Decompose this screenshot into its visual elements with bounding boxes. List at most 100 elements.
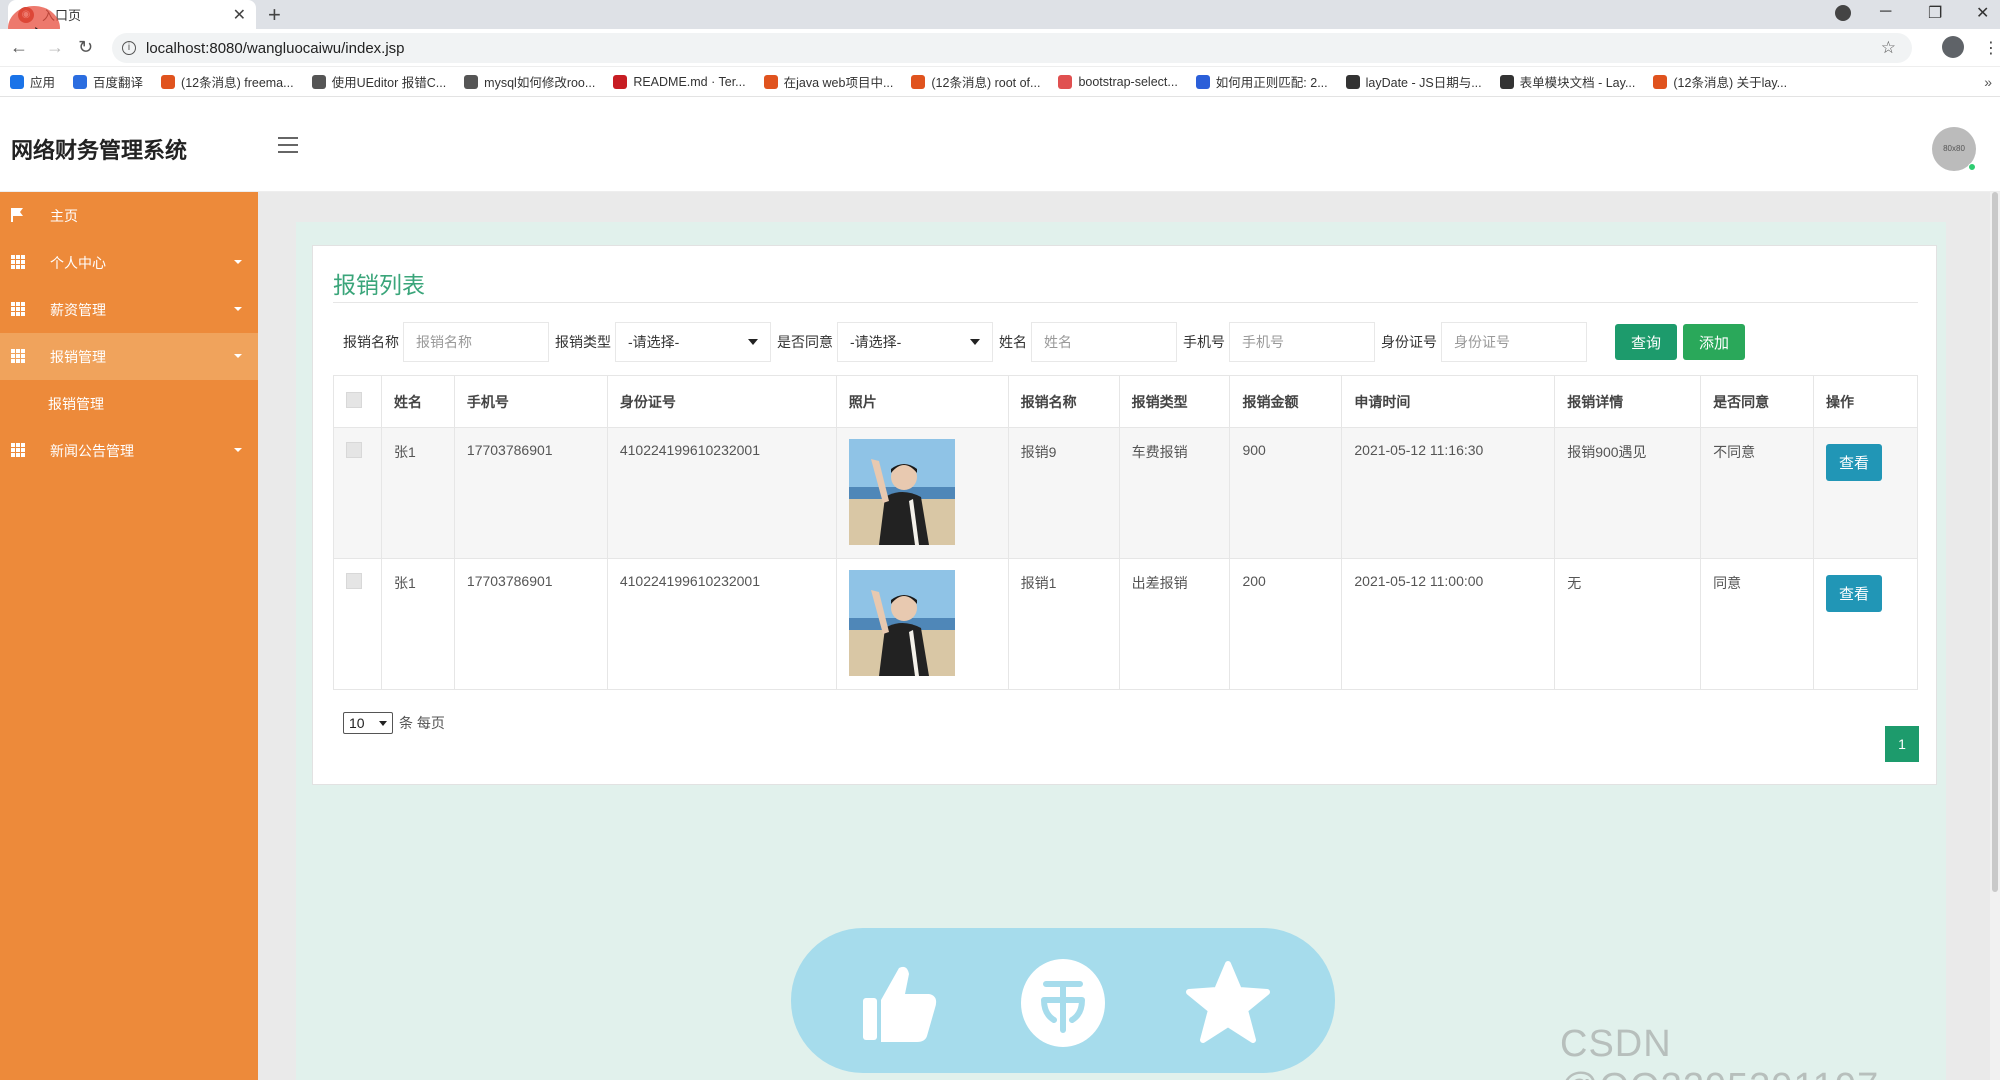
app-title: 网络财务管理系统 (11, 138, 188, 163)
phone-input[interactable]: 手机号 (1229, 322, 1375, 362)
table-row: 张1 17703786901 410224199610232001 (333, 558, 1919, 690)
cnblogs-icon (311, 74, 326, 89)
select-all-checkbox[interactable] (346, 392, 362, 408)
view-button[interactable]: 查看 (1825, 575, 1882, 612)
bookmark-item[interactable]: (12条消息) freema... (161, 72, 294, 91)
sidebar-item-salary[interactable]: 薪资管理 (0, 286, 258, 333)
row-checkbox[interactable] (346, 573, 362, 589)
bookmark-item[interactable]: README.md · Ter... (613, 74, 746, 89)
id-number-input[interactable]: 身份证号 (1441, 322, 1587, 362)
tab-close-icon[interactable]: ✕ (233, 5, 246, 25)
row-checkbox[interactable] (346, 442, 362, 458)
scrollbar-thumb[interactable] (1992, 192, 1998, 892)
column-header[interactable]: 手机号 (453, 375, 608, 428)
column-header[interactable]: 报销名称 (1007, 375, 1120, 428)
thumbs-up-icon[interactable] (853, 958, 943, 1048)
bookmark-star-icon[interactable]: ☆ (1881, 38, 1896, 58)
reload-icon[interactable]: ↻ (78, 37, 93, 58)
bookmark-item[interactable]: 如何用正则匹配: 2... (1195, 72, 1328, 91)
bookmark-item[interactable]: (12条消息) root of... (911, 72, 1040, 91)
query-button[interactable]: 查询 (1615, 324, 1678, 360)
sidebar-item-label: 个人中心 (50, 254, 106, 271)
column-header[interactable]: 报销类型 (1118, 375, 1231, 428)
column-header[interactable]: 照片 (835, 375, 1009, 428)
person-name-input[interactable]: 姓名 (1031, 322, 1177, 362)
bookmark-label: (12条消息) 关于lay... (1673, 76, 1788, 90)
grid-icon (11, 255, 25, 269)
new-tab-icon[interactable]: + (268, 2, 281, 28)
site-info-icon[interactable]: i (122, 41, 136, 55)
back-icon[interactable]: ← (10, 37, 28, 58)
url-field[interactable]: i localhost:8080/wangluocaiwu/index.jsp … (112, 33, 1912, 63)
view-button[interactable]: 查看 (1825, 444, 1882, 481)
more-bookmarks-icon[interactable]: » (1984, 74, 1992, 90)
bookmarks-bar: 应用 百度翻译 (12条消息) freema... 使用UEditor 报错C... m… (0, 67, 2000, 97)
browser-address-bar: ← → ↻ i localhost:8080/wangluocaiwu/inde… (0, 29, 2000, 67)
agree-select[interactable]: -请选择- (837, 322, 993, 362)
cell-agree: 同意 (1700, 558, 1814, 690)
chevron-down-icon (970, 339, 980, 345)
caret-up-icon (234, 354, 242, 358)
restore-icon[interactable]: ❐ (1928, 3, 1942, 23)
page-number-button[interactable]: 1 (1885, 726, 1919, 762)
sidebar-item-label: 薪资管理 (50, 301, 106, 318)
cell-amount: 200 (1229, 558, 1343, 690)
user-photo (848, 570, 955, 676)
browser-menu-icon[interactable]: ⋮ (1983, 38, 1999, 58)
claim-name-input[interactable]: 报销名称 (403, 322, 549, 362)
menu-toggle-icon[interactable] (278, 137, 298, 153)
sidebar-item-label: 报销管理 (50, 348, 106, 365)
bookmark-item[interactable]: 百度翻译 (73, 72, 143, 91)
page-size-select[interactable]: 10 (343, 712, 393, 734)
cell-claim-type: 出差报销 (1118, 558, 1231, 690)
sidebar-item-home[interactable]: 主页 (0, 192, 258, 239)
sidebar-item-reimbursement[interactable]: 报销管理 (0, 333, 258, 380)
forward-icon[interactable]: → (46, 37, 64, 58)
table-row: 张1 17703786901 410224199610232001 (333, 427, 1919, 559)
claim-type-select[interactable]: -请选择- (615, 322, 771, 362)
coin-icon[interactable] (1018, 958, 1108, 1048)
apps-grid-icon (10, 74, 24, 89)
cell-action: 查看 (1812, 558, 1919, 690)
cell-apply-time: 2021-05-12 11:00:00 (1341, 558, 1556, 690)
bookmark-item[interactable]: (12条消息) 关于lay... (1653, 72, 1787, 91)
bookmark-item[interactable]: layDate - JS日期与... (1345, 72, 1482, 91)
url-text: localhost:8080/wangluocaiwu/index.jsp (146, 39, 405, 57)
browser-profile-icon[interactable] (1835, 5, 1851, 21)
cell-apply-time: 2021-05-12 11:16:30 (1341, 427, 1556, 559)
window-close-icon[interactable]: ✕ (1976, 3, 1989, 23)
cell-claim-name: 报销1 (1007, 558, 1120, 690)
bookmark-item[interactable]: 在java web项目中... (763, 72, 893, 91)
bookmark-item[interactable]: 表单模块文档 - Lay... (1499, 72, 1635, 91)
sidebar-item-news[interactable]: 新闻公告管理 (0, 427, 258, 474)
agree-label: 是否同意 (777, 334, 833, 350)
bookmark-item[interactable]: mysql如何修改roo... (464, 72, 595, 91)
column-header[interactable]: 身份证号 (606, 375, 837, 428)
bookmark-item[interactable]: 使用UEditor 报错C... (311, 72, 446, 91)
star-favorite-icon[interactable] (1183, 958, 1273, 1048)
column-header[interactable]: 姓名 (380, 375, 455, 428)
baidu-icon (1195, 74, 1210, 89)
grid-icon (11, 302, 25, 316)
column-header[interactable]: 报销金额 (1229, 375, 1343, 428)
csdn-icon (763, 74, 778, 89)
floating-action-bar (791, 928, 1335, 1073)
column-header[interactable]: 报销详情 (1554, 375, 1702, 428)
bookmark-item[interactable]: 应用 (10, 72, 55, 91)
bookmark-item[interactable]: bootstrap-select... (1058, 74, 1178, 89)
cell-detail: 无 (1554, 558, 1702, 690)
reimbursement-panel: 报销列表 报销名称 报销名称 报销类型 -请选择- 是否同意 -请选择- 姓名 … (312, 245, 1937, 785)
column-header[interactable]: 申请时间 (1341, 375, 1556, 428)
claim-type-label: 报销类型 (555, 334, 611, 350)
page-scrollbar[interactable] (1990, 192, 2000, 1080)
column-header[interactable]: 是否同意 (1700, 375, 1814, 428)
minimize-icon[interactable]: ─ (1880, 3, 1891, 21)
account-icon[interactable] (1942, 36, 1964, 58)
add-button[interactable]: 添加 (1683, 324, 1746, 360)
phone-label: 手机号 (1183, 334, 1225, 350)
gitee-icon (613, 74, 628, 89)
sidebar-subitem-reimbursement[interactable]: 报销管理 (0, 380, 258, 427)
cell-agree: 不同意 (1700, 427, 1814, 559)
sidebar-item-personal-center[interactable]: 个人中心 (0, 239, 258, 286)
bookmark-label: 如何用正则匹配: 2... (1215, 76, 1328, 90)
